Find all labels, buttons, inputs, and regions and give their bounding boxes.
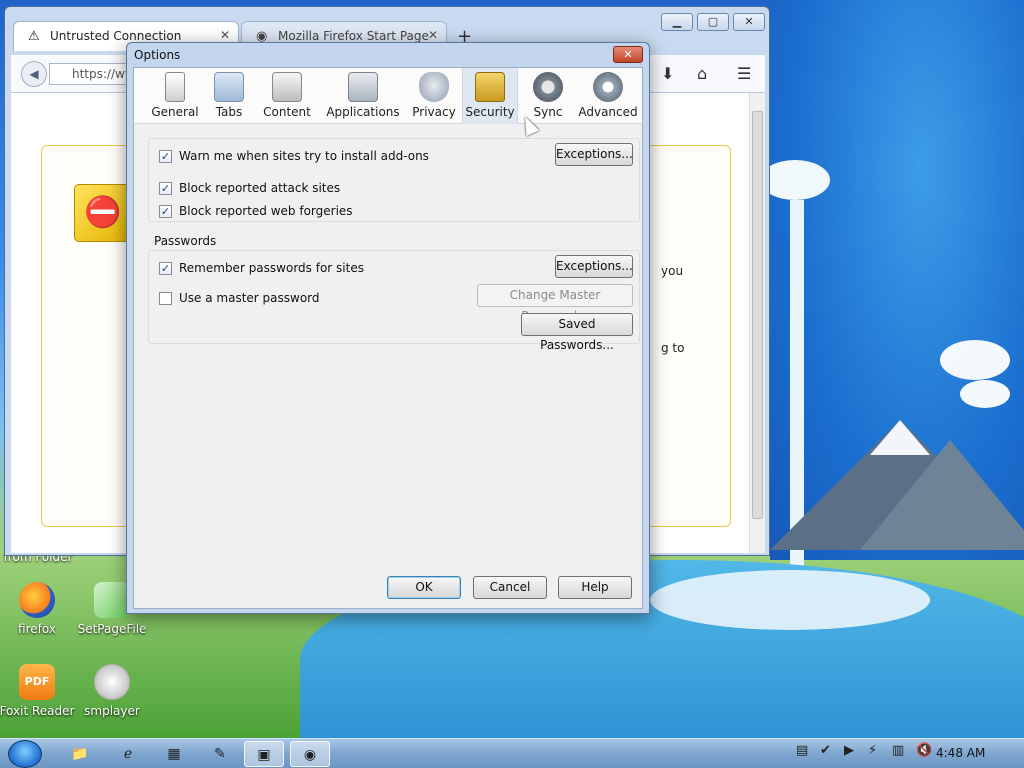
options-pane-bar: General Tabs Content Applications Privac… — [134, 68, 642, 124]
warn-addons-row[interactable]: ✓ Warn me when sites try to install add-… — [159, 149, 429, 163]
cancel-button[interactable]: Cancel — [473, 576, 547, 599]
master-password-row[interactable]: Use a master password — [159, 291, 320, 305]
background-text: you — [661, 264, 684, 278]
system-clock[interactable]: 4:48 AM — [936, 746, 985, 760]
tray-volume-icon[interactable]: 🔇 — [916, 743, 932, 758]
ok-button[interactable]: OK — [387, 576, 461, 599]
maximize-button[interactable]: ▢ — [697, 13, 729, 31]
options-dialog: Options ✕ General Tabs Content Applicati… — [126, 42, 650, 614]
desktop-icon-foxit-reader[interactable]: PDF Foxit Reader — [0, 664, 77, 718]
taskbar-app-icon[interactable]: ▦ — [154, 741, 194, 767]
passwords-group-title: Passwords — [154, 234, 217, 248]
tabs-icon — [214, 72, 244, 102]
wallpaper-snowcap — [870, 420, 930, 455]
pane-advanced[interactable]: Advanced — [578, 68, 638, 124]
scrollbar-thumb[interactable] — [752, 111, 763, 519]
dialog-title: Options — [134, 48, 181, 62]
lock-icon — [475, 72, 505, 102]
block-forgeries-checkbox[interactable]: ✓ — [159, 204, 172, 218]
content-icon — [272, 72, 302, 102]
desktop-icon-smplayer[interactable]: smplayer — [72, 664, 152, 718]
privacy-icon — [419, 72, 449, 102]
taskbar-app-icon[interactable]: ✎ — [200, 741, 240, 767]
close-dialog-button[interactable]: ✕ — [613, 46, 643, 63]
warning-icon: ⚠ — [28, 29, 40, 44]
taskbar: 📁 ℯ ▦ ✎ ▣ ◉ ▤ ✔ ▶ ⚡ ▥ 🔇 4:48 AM — [0, 738, 1024, 768]
close-tab-icon[interactable]: ✕ — [428, 28, 438, 42]
master-password-checkbox[interactable] — [159, 291, 172, 305]
wallpaper-cloud — [960, 380, 1010, 408]
taskbar-app-icon[interactable]: ▣ — [244, 741, 284, 767]
pane-tabs[interactable]: Tabs — [208, 68, 250, 124]
addons-exceptions-button[interactable]: Exceptions... — [555, 143, 633, 166]
page-scrollbar[interactable] — [749, 93, 765, 553]
sync-icon — [533, 72, 563, 102]
menu-icon[interactable]: ☰ — [737, 64, 751, 83]
untrusted-connection-icon: ⛔ — [74, 184, 132, 242]
gear-icon — [593, 72, 623, 102]
passwords-exceptions-button[interactable]: Exceptions... — [555, 255, 633, 278]
block-attack-checkbox[interactable]: ✓ — [159, 181, 172, 195]
pane-applications[interactable]: Applications — [324, 68, 402, 124]
background-text: g to — [661, 341, 685, 355]
taskbar-ie-icon[interactable]: ℯ — [108, 741, 148, 767]
firefox-icon — [19, 582, 55, 618]
wallpaper-cloud — [940, 340, 1010, 380]
pane-security[interactable]: Security — [462, 68, 518, 124]
tray-media-icon[interactable]: ▶ — [844, 743, 854, 758]
help-button[interactable]: Help — [558, 576, 632, 599]
security-general-group: ✓ Warn me when sites try to install add-… — [148, 138, 640, 222]
start-button[interactable] — [8, 740, 42, 768]
remember-passwords-checkbox[interactable]: ✓ — [159, 261, 172, 275]
general-icon — [165, 72, 185, 102]
wallpaper-mountain — [860, 440, 1024, 550]
desktop-icon-firefox[interactable]: firefox — [0, 582, 77, 636]
wallpaper-space-needle — [760, 160, 830, 200]
minimize-button[interactable]: ▁ — [661, 13, 693, 31]
block-attack-row[interactable]: ✓ Block reported attack sites — [159, 181, 340, 195]
pdf-icon: PDF — [19, 664, 55, 700]
taskbar-firefox-icon[interactable]: ◉ — [290, 741, 330, 767]
tray-app-icon[interactable]: ▤ — [796, 743, 808, 758]
applications-icon — [348, 72, 378, 102]
smplayer-icon — [94, 664, 130, 700]
close-tab-icon[interactable]: ✕ — [220, 28, 230, 42]
change-master-password-button[interactable]: Change Master Password... — [477, 284, 633, 323]
tray-security-icon[interactable]: ✔ — [820, 743, 831, 758]
pane-content[interactable]: Content — [258, 68, 316, 124]
taskbar-explorer-icon[interactable]: 📁 — [60, 741, 100, 767]
back-arrow-icon[interactable]: ◀ — [21, 61, 47, 87]
pane-privacy[interactable]: Privacy — [408, 68, 460, 124]
setpagefile-icon — [94, 582, 130, 618]
dialog-body: General Tabs Content Applications Privac… — [133, 67, 643, 609]
block-forgeries-row[interactable]: ✓ Block reported web forgeries — [159, 204, 353, 218]
home-icon[interactable]: ⌂ — [697, 64, 707, 83]
download-icon[interactable]: ⬇ — [661, 64, 674, 83]
warn-addons-checkbox[interactable]: ✓ — [159, 149, 172, 163]
wallpaper-island — [650, 570, 930, 630]
remember-passwords-row[interactable]: ✓ Remember passwords for sites — [159, 261, 364, 275]
tray-network-icon[interactable]: ▥ — [892, 743, 904, 758]
passwords-group: ✓ Remember passwords for sites Exception… — [148, 250, 640, 352]
saved-passwords-button[interactable]: Saved Passwords... — [521, 313, 633, 352]
tray-app-icon[interactable]: ⚡ — [868, 743, 877, 758]
pane-general[interactable]: General — [148, 68, 202, 124]
close-window-button[interactable]: ✕ — [733, 13, 765, 31]
